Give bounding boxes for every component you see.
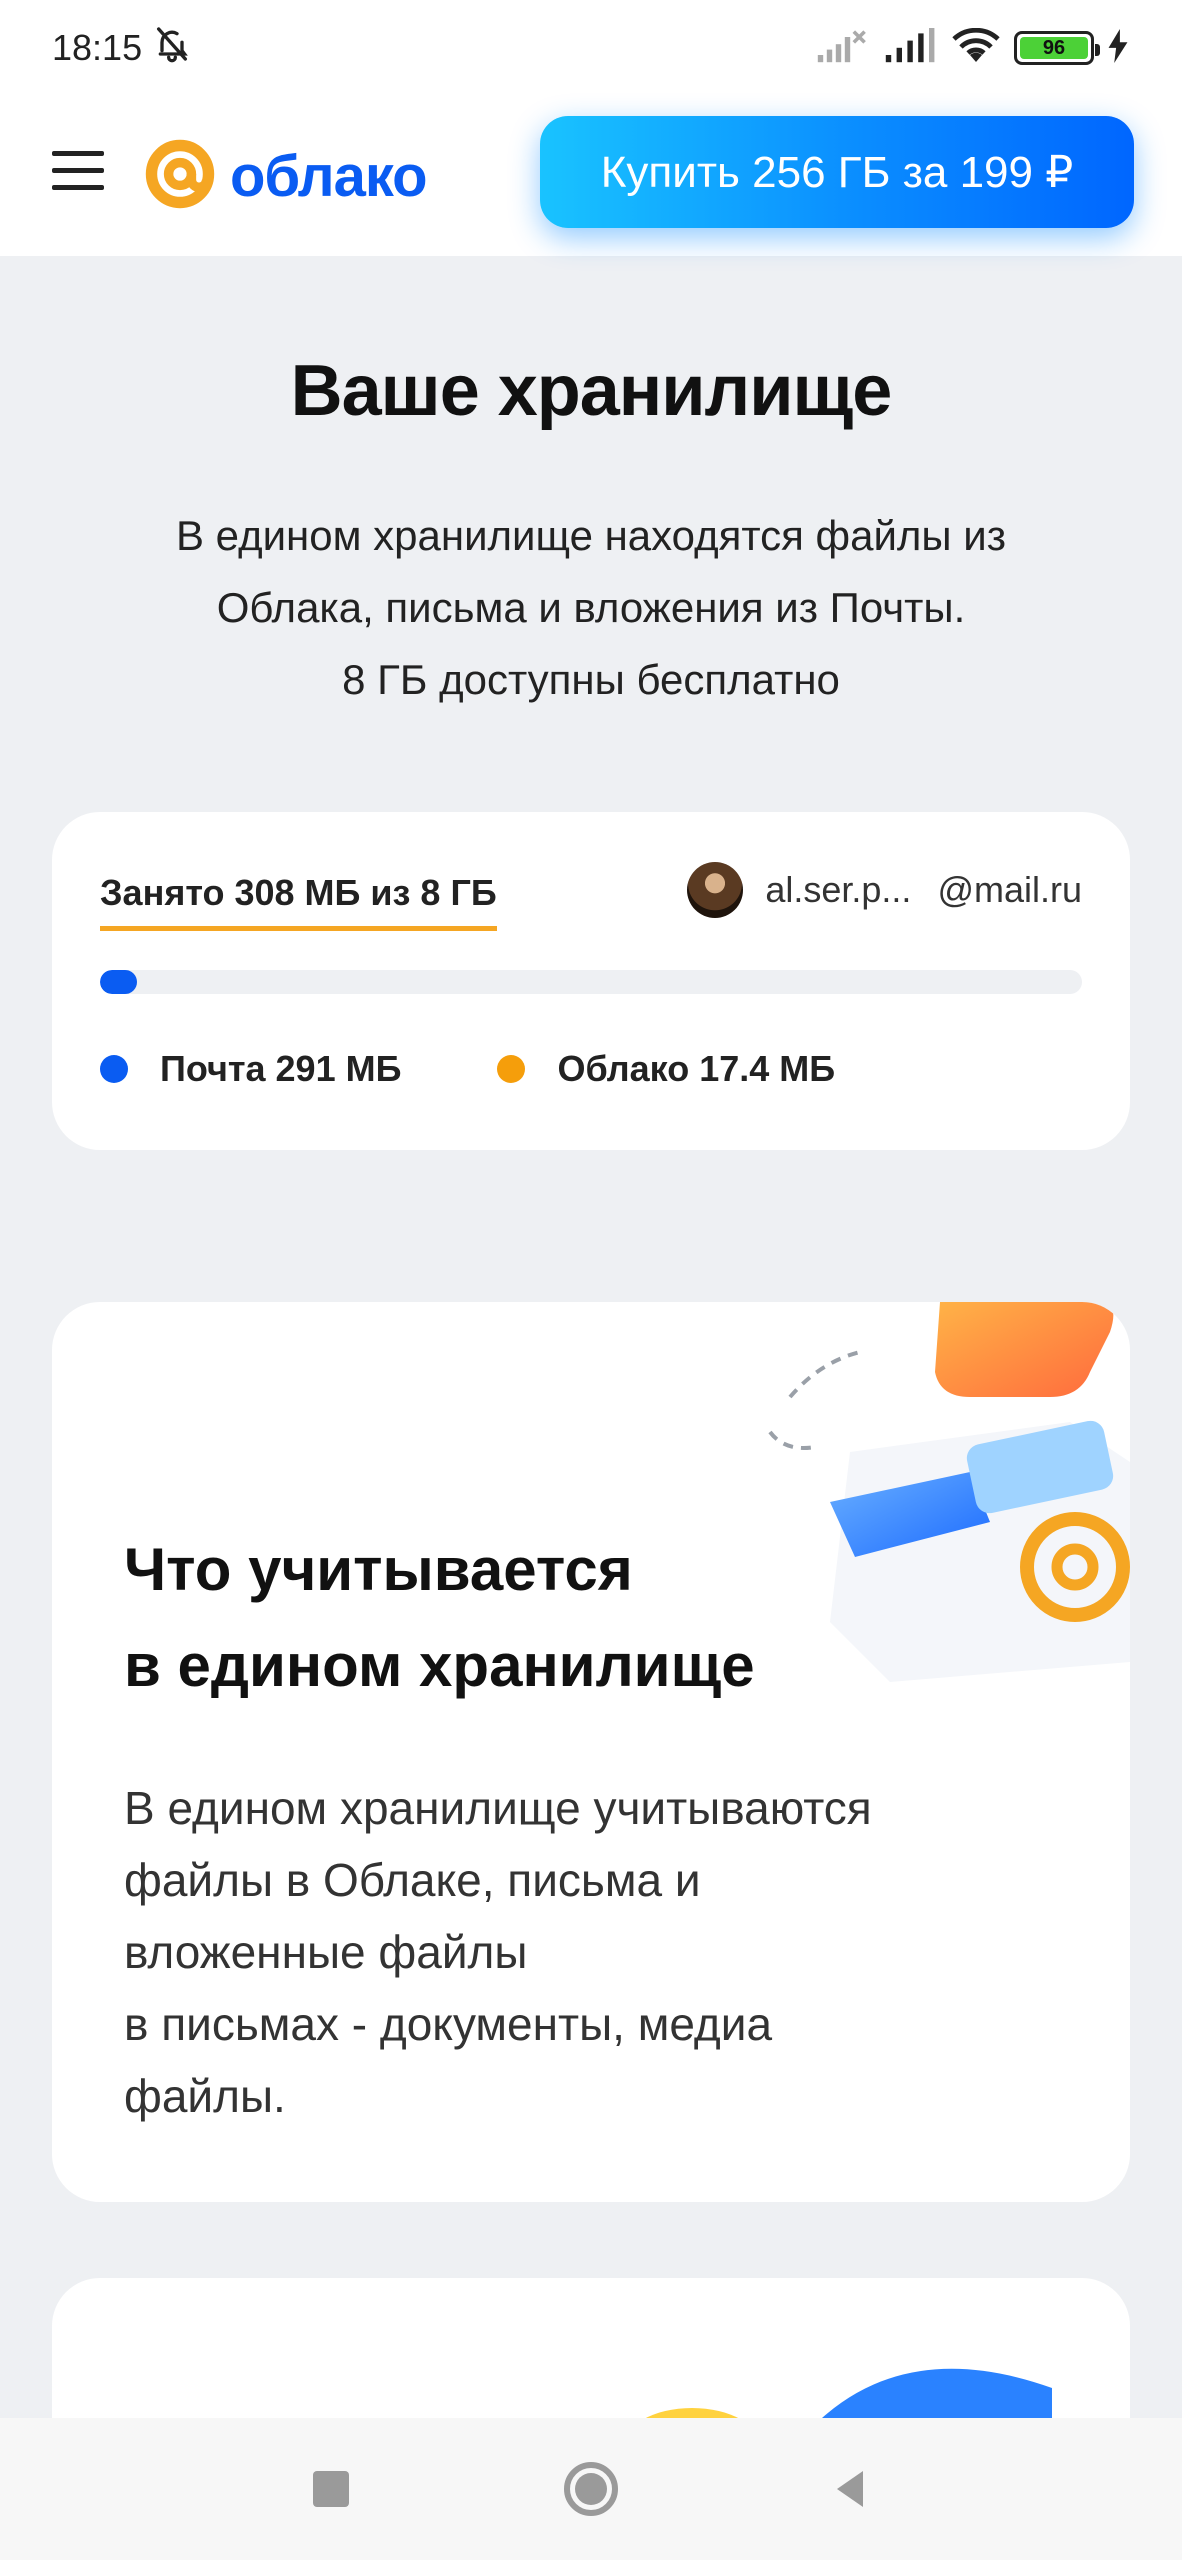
legend-label: Облако 17.4 МБ bbox=[557, 1048, 836, 1089]
hamburger-icon[interactable] bbox=[52, 151, 104, 191]
status-bar: 18:15 96 bbox=[0, 0, 1182, 96]
bell-off-icon bbox=[152, 24, 192, 73]
info-text-line: файлы в Облаке, письма и bbox=[124, 1854, 701, 1906]
info-card: Что учитывается в едином хранилище В еди… bbox=[52, 1302, 1130, 2202]
description-line: 8 ГБ доступны бесплатно bbox=[342, 656, 840, 703]
account-domain: @mail.ru bbox=[937, 869, 1082, 910]
home-button[interactable] bbox=[561, 2459, 621, 2519]
wifi-icon bbox=[952, 27, 1000, 69]
at-sign-logo-icon bbox=[142, 136, 218, 217]
description-line: Облака, письма и вложения из Почты. bbox=[216, 584, 966, 631]
usage-card: Занято 308 МБ из 8 ГБ al.ser.p... @mail.… bbox=[52, 812, 1130, 1150]
battery-icon: 96 bbox=[1014, 31, 1100, 65]
legend-dot-cloud bbox=[497, 1055, 526, 1083]
battery-level: 96 bbox=[1020, 37, 1088, 59]
page-title: Ваше хранилище bbox=[290, 351, 893, 431]
logo[interactable]: облако bbox=[142, 136, 428, 217]
app-header: облако Купить 256 ГБ за 199 ₽ bbox=[0, 96, 1182, 256]
description-line: В едином хранилище находятся файлы из bbox=[175, 512, 1007, 559]
status-time: 18:15 bbox=[52, 27, 143, 68]
info-title-line: Что учитывается bbox=[124, 1536, 633, 1603]
info-text: В едином хранилище учитываются файлы в О… bbox=[124, 1772, 1064, 2132]
charging-icon bbox=[1108, 28, 1128, 68]
info-title-line: в едином хранилище bbox=[124, 1632, 755, 1699]
storage-progress-bar bbox=[100, 970, 1082, 994]
usage-legend: Почта 291 МБ Облако 17.4 МБ bbox=[100, 1048, 835, 1090]
account-name: al.ser.p... bbox=[765, 869, 912, 910]
info-text-line: в письмах - документы, медиа bbox=[124, 1998, 773, 2050]
legend-label: Почта 291 МБ bbox=[160, 1048, 402, 1089]
buy-storage-button[interactable]: Купить 256 ГБ за 199 ₽ bbox=[540, 116, 1134, 228]
status-left: 18:15 bbox=[52, 24, 192, 73]
system-nav-bar bbox=[0, 2418, 1182, 2560]
signal-icon bbox=[884, 27, 938, 69]
legend-dot-mail bbox=[100, 1055, 128, 1083]
page-description: В едином хранилище находятся файлы из Об… bbox=[100, 500, 1082, 716]
signal-x-icon bbox=[816, 28, 870, 69]
info-text-line: вложенные файлы bbox=[124, 1926, 528, 1978]
status-right: 96 bbox=[816, 27, 1128, 69]
info-text-line: файлы. bbox=[124, 2070, 286, 2122]
storage-progress-fill bbox=[100, 970, 138, 994]
account-info[interactable]: al.ser.p... @mail.ru bbox=[687, 862, 1082, 918]
avatar bbox=[687, 862, 744, 918]
usage-label[interactable]: Занято 308 МБ из 8 ГБ bbox=[100, 872, 497, 931]
account-email: al.ser.p... @mail.ru bbox=[765, 869, 1082, 911]
recents-button[interactable] bbox=[301, 2459, 361, 2519]
legend-item-mail: Почта 291 МБ bbox=[100, 1048, 401, 1090]
info-text-line: В едином хранилище учитываются bbox=[124, 1782, 872, 1834]
logo-text: облако bbox=[230, 144, 428, 209]
info-title: Что учитывается в едином хранилище bbox=[124, 1522, 884, 1714]
back-button[interactable] bbox=[821, 2459, 881, 2519]
legend-item-cloud: Облако 17.4 МБ bbox=[497, 1048, 835, 1090]
